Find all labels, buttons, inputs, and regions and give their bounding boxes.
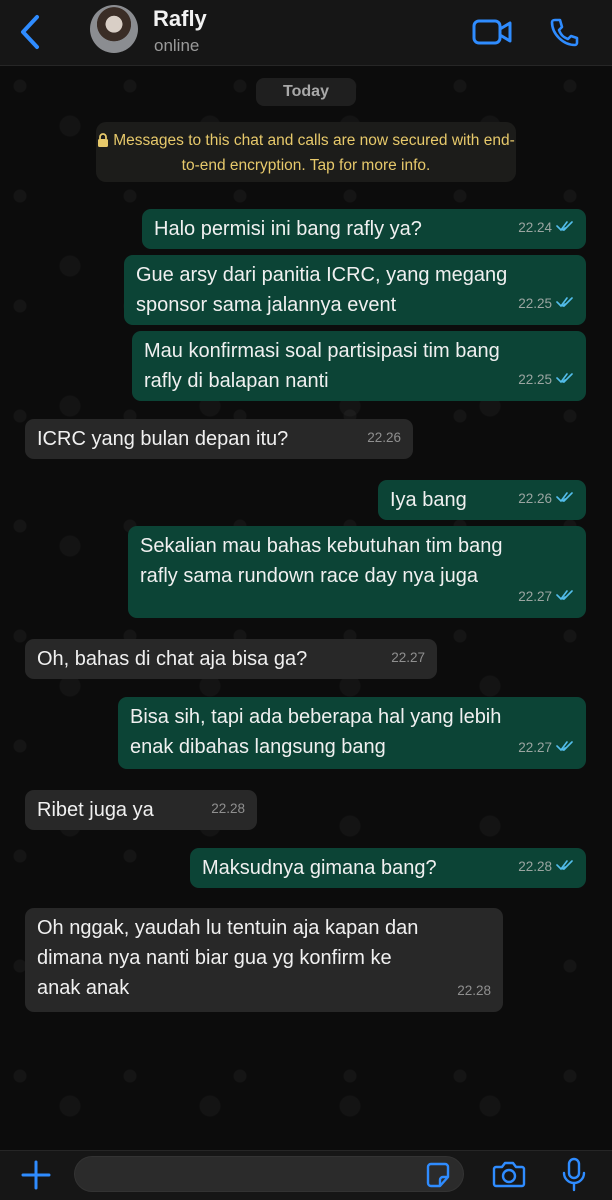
message-text: enak dibahas langsung bang — [130, 736, 386, 758]
chat-area[interactable]: Today Messages to this chat and calls ar… — [0, 66, 612, 1150]
encryption-notice[interactable]: Messages to this chat and calls are now … — [96, 122, 516, 182]
message-meta: 22.25 — [518, 365, 574, 395]
chat-header: Rafly online — [0, 0, 612, 66]
attach-button[interactable] — [20, 1159, 52, 1191]
message-bubble-outgoing[interactable]: Maksudnya gimana bang? 22.28 — [190, 848, 586, 888]
message-text: Sekalian mau bahas kebutuhan tim bang — [140, 535, 503, 557]
message-time: 22.25 — [518, 296, 552, 311]
message-text: rafly di balapan nanti — [144, 370, 329, 392]
message-time: 22.24 — [518, 220, 552, 235]
read-receipt-icon — [556, 484, 574, 514]
read-receipt-icon — [556, 213, 574, 243]
message-time: 22.27 — [391, 650, 425, 665]
message-text: Oh, bahas di chat aja bisa ga? — [37, 648, 308, 670]
message-bubble-incoming[interactable]: Oh, bahas di chat aja bisa ga? 22.27 — [25, 639, 437, 679]
avatar[interactable] — [90, 5, 138, 53]
message-time: 22.28 — [518, 859, 552, 874]
voice-record-button[interactable] — [560, 1157, 588, 1193]
composer-bar — [0, 1150, 612, 1200]
message-time: 22.26 — [518, 491, 552, 506]
contact-name[interactable]: Rafly — [153, 6, 207, 32]
message-meta: 22.28 — [457, 976, 491, 1006]
message-bubble-incoming[interactable]: Oh nggak, yaudah lu tentuin aja kapan da… — [25, 908, 503, 1012]
date-separator: Today — [256, 78, 356, 106]
read-receipt-icon — [556, 852, 574, 882]
message-time: 22.28 — [211, 801, 245, 816]
read-receipt-icon — [556, 582, 574, 612]
message-text: anak anak — [37, 977, 130, 999]
back-button[interactable] — [10, 10, 50, 54]
message-time: 22.25 — [518, 372, 552, 387]
message-text: Bisa sih, tapi ada beberapa hal yang leb… — [130, 706, 502, 728]
message-text: Mau konfirmasi soal partisipasi tim bang — [144, 340, 500, 362]
message-text: Oh nggak, yaudah lu tentuin aja kapan da… — [37, 917, 419, 939]
read-receipt-icon — [556, 365, 574, 395]
message-text: rafly sama rundown race day nya juga — [140, 565, 478, 587]
message-meta: 22.28 — [518, 852, 574, 882]
message-text: Halo permisi ini bang rafly ya? — [154, 218, 422, 240]
message-time: 22.27 — [518, 740, 552, 755]
voice-call-button[interactable] — [544, 12, 584, 52]
microphone-icon — [562, 1157, 586, 1192]
camera-icon — [492, 1161, 526, 1188]
message-bubble-outgoing[interactable]: Iya bang 22.26 — [378, 480, 586, 520]
message-time: 22.28 — [457, 983, 491, 998]
message-meta: 22.25 — [518, 289, 574, 319]
message-meta: 22.27 — [391, 643, 425, 673]
read-receipt-icon — [556, 289, 574, 319]
message-bubble-outgoing[interactable]: Mau konfirmasi soal partisipasi tim bang… — [132, 331, 586, 401]
message-text: dimana nya nanti biar gua yg konfirm ke — [37, 947, 392, 969]
video-call-button[interactable] — [470, 12, 514, 52]
message-bubble-incoming[interactable]: ICRC yang bulan depan itu? 22.26 — [25, 419, 413, 459]
message-meta: 22.28 — [211, 794, 245, 824]
message-bubble-outgoing[interactable]: Bisa sih, tapi ada beberapa hal yang leb… — [118, 697, 586, 769]
message-meta: 22.27 — [518, 582, 574, 612]
message-text: Gue arsy dari panitia ICRC, yang megang — [136, 264, 508, 286]
message-bubble-outgoing[interactable]: Gue arsy dari panitia ICRC, yang megang … — [124, 255, 586, 325]
message-bubble-incoming[interactable]: Ribet juga ya 22.28 — [25, 790, 257, 830]
phone-call-icon — [550, 18, 579, 47]
message-bubble-outgoing[interactable]: Halo permisi ini bang rafly ya? 22.24 — [142, 209, 586, 249]
message-input[interactable] — [74, 1156, 464, 1192]
camera-button[interactable] — [492, 1159, 526, 1191]
lock-icon — [97, 131, 109, 154]
chevron-left-icon — [21, 15, 39, 49]
contact-status: online — [154, 36, 200, 55]
encryption-notice-text: Messages to this chat and calls are now … — [113, 132, 515, 174]
message-meta: 22.26 — [518, 484, 574, 514]
message-text: ICRC yang bulan depan itu? — [37, 428, 289, 450]
sticker-button[interactable] — [424, 1161, 452, 1189]
message-text: sponsor sama jalannya event — [136, 294, 397, 316]
message-meta: 22.26 — [367, 423, 401, 453]
message-bubble-outgoing[interactable]: Sekalian mau bahas kebutuhan tim bang ra… — [128, 526, 586, 618]
read-receipt-icon — [556, 733, 574, 763]
plus-icon — [21, 1160, 51, 1190]
video-call-icon — [472, 19, 512, 45]
message-time: 22.27 — [518, 589, 552, 604]
message-meta: 22.27 — [518, 733, 574, 763]
message-time: 22.26 — [367, 430, 401, 445]
message-meta: 22.24 — [518, 213, 574, 243]
sticker-icon — [426, 1162, 450, 1188]
